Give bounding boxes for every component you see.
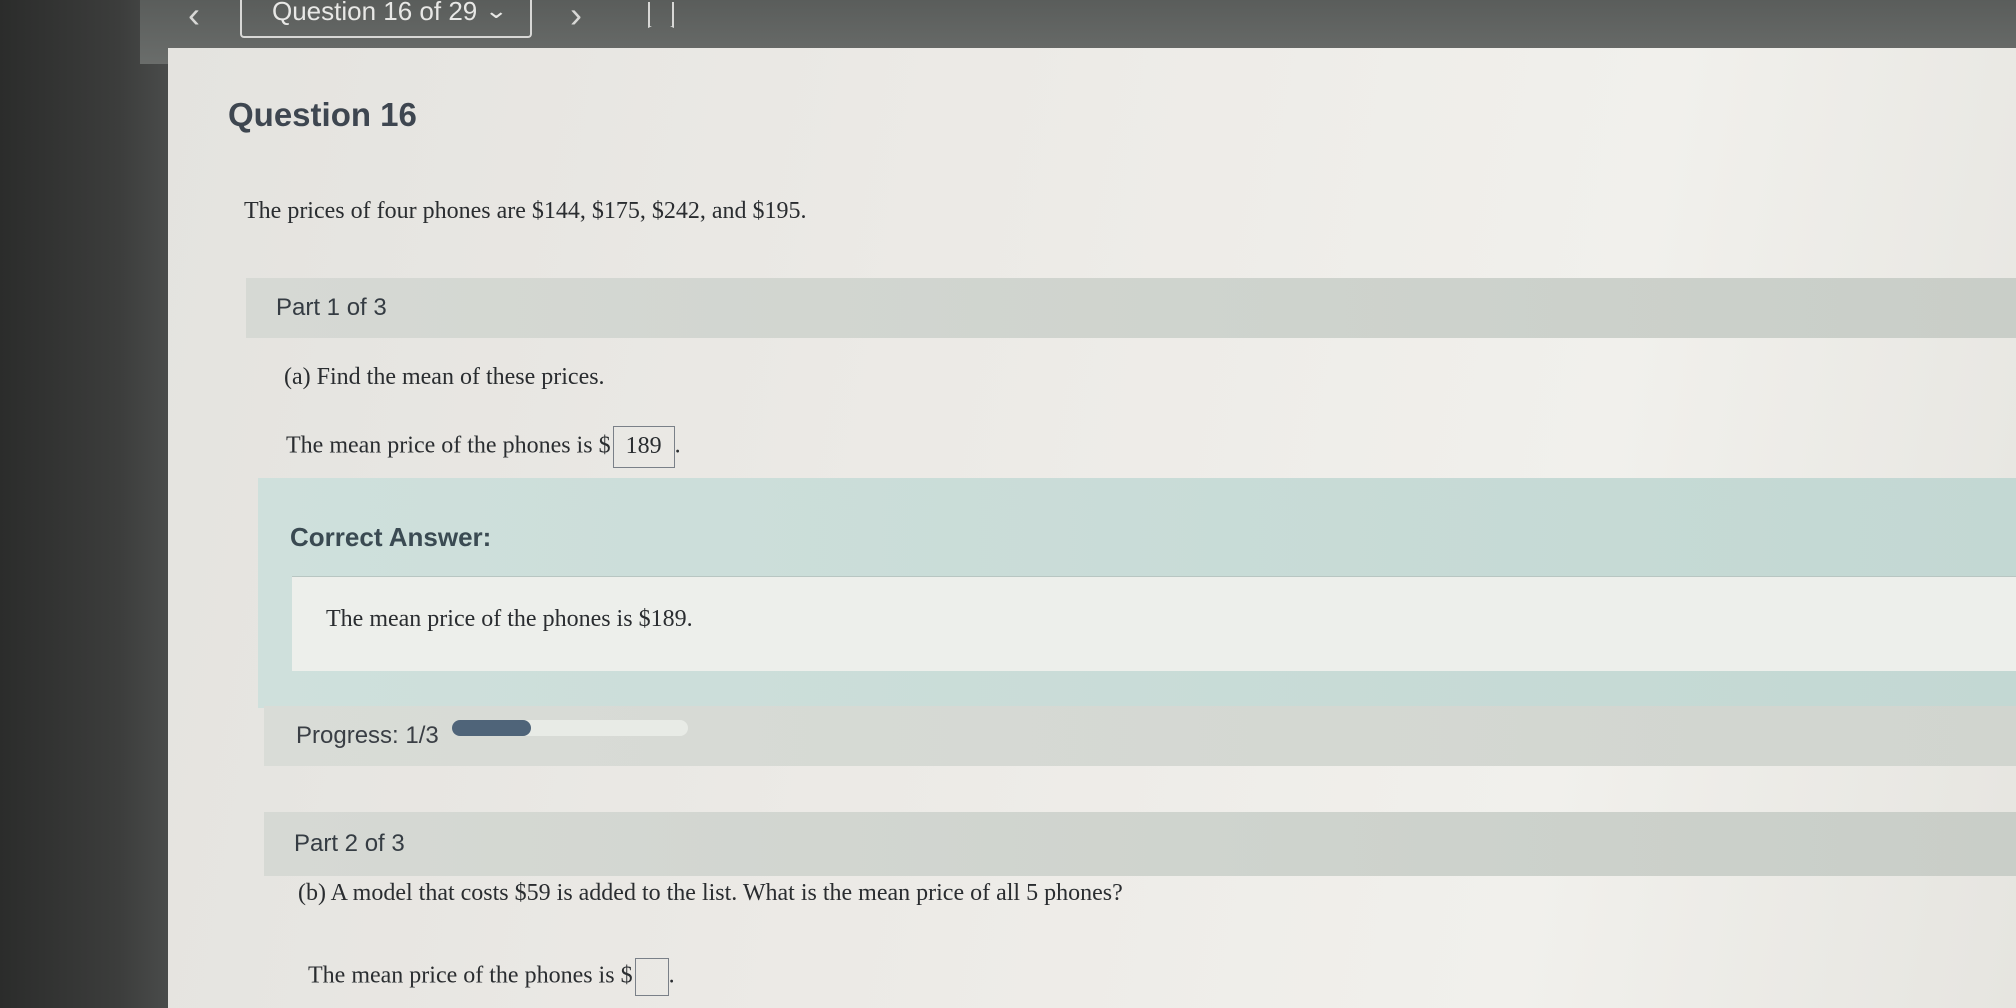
- progress-label: Progress: 1/3: [296, 722, 439, 749]
- question-text: The prices of four phones are $144, $175…: [244, 198, 807, 224]
- part-2-answer-suffix: .: [668, 962, 675, 989]
- progress-bar: [452, 720, 688, 736]
- correct-answer-text: The mean price of the phones is $189.: [326, 606, 693, 632]
- question-title: Question 16: [228, 96, 417, 133]
- question-selector[interactable]: Question 16 of 29 ⌄: [240, 0, 532, 38]
- progress-row: [264, 706, 2016, 766]
- question-selector-label: Question 16 of 29: [272, 0, 478, 26]
- part-2-header: Part 2 of 3: [264, 812, 2016, 876]
- part-1-prompt: (a) Find the mean of these prices.: [284, 364, 605, 390]
- part-2-answer-prefix: The mean price of the phones is $: [308, 962, 633, 989]
- part-2-answer-field[interactable]: [634, 958, 669, 996]
- part-1-answer-line: The mean price of the phones is $189.: [286, 426, 681, 468]
- screen-bezel: [0, 0, 170, 1008]
- part-2-prompt: (b) A model that costs $59 is added to t…: [298, 880, 1123, 906]
- part-2-answer-line: The mean price of the phones is $.: [308, 958, 675, 996]
- part-1-header: Part 1 of 3: [246, 278, 2016, 338]
- chevron-down-icon: ⌄: [484, 0, 509, 23]
- progress-bar-fill: [452, 720, 531, 736]
- chevron-left-icon[interactable]: ‹: [188, 0, 200, 33]
- part-1-header-label: Part 1 of 3: [276, 294, 387, 321]
- part-1-answer-suffix: .: [674, 432, 681, 459]
- chevron-right-icon[interactable]: ›: [570, 0, 582, 33]
- part-1-answer-field[interactable]: 189: [612, 426, 675, 468]
- correct-answer-title: Correct Answer:: [290, 522, 492, 552]
- part-1-answer-prefix: The mean price of the phones is $: [286, 432, 611, 459]
- part-2-header-label: Part 2 of 3: [294, 830, 405, 857]
